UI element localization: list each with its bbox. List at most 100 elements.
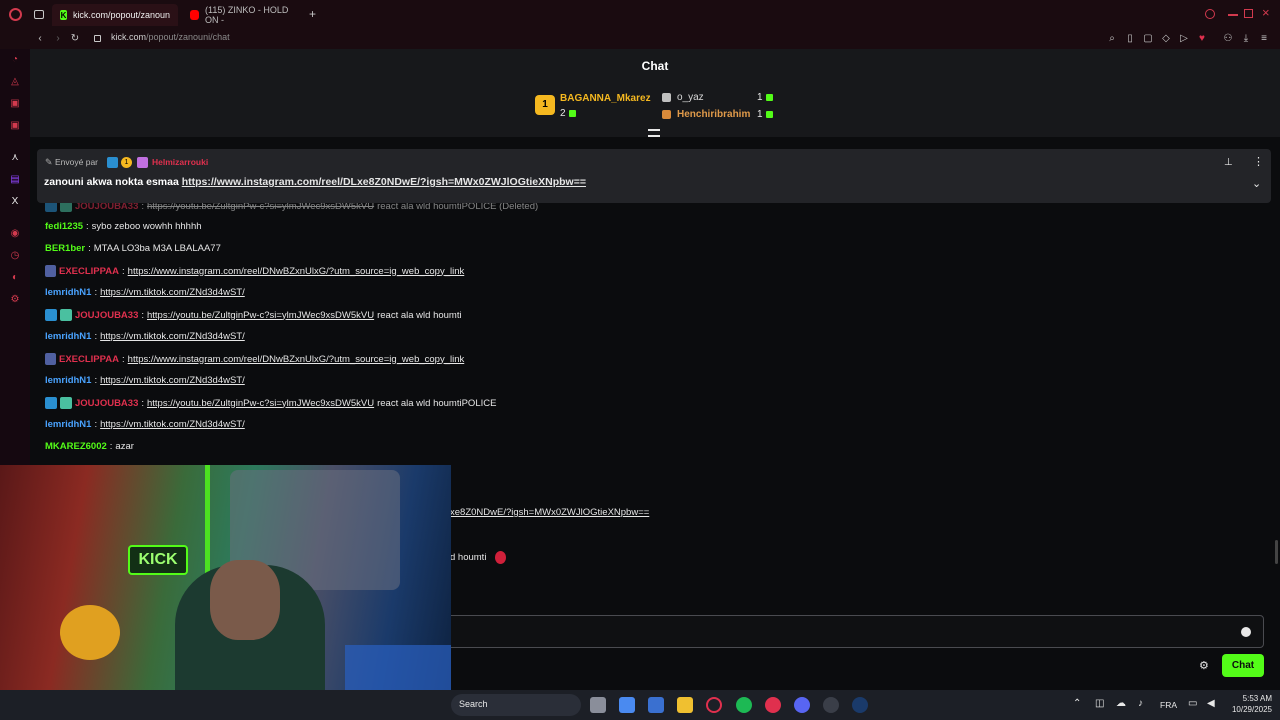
chat-username[interactable]: fedi1235: [45, 221, 83, 232]
chat-username[interactable]: EXECLIPPAA: [59, 354, 119, 365]
network-icon[interactable]: ◫: [1095, 698, 1104, 709]
chat-username[interactable]: MKAREZ6002: [45, 441, 107, 452]
display-icon[interactable]: ▭: [1188, 698, 1197, 709]
tab-kick-chat[interactable]: K kick.com/popout/zanoun: [52, 4, 178, 26]
chat-link[interactable]: https://youtu.be/ZultginPw-c?si=ylmJWec9…: [147, 398, 374, 409]
chat-link[interactable]: https://youtu.be/ZultginPw-c?si=ylmJWec9…: [147, 203, 374, 212]
app-icon[interactable]: ▣: [8, 119, 22, 133]
bookmark-icon[interactable]: ▯: [1124, 32, 1136, 45]
menu-icon[interactable]: ≡: [1258, 32, 1270, 45]
chat-message-input[interactable]: [440, 615, 1264, 648]
chat-header: Chat 1 BAGANNA_Mkarez 2 o_yaz 1 Henchiri…: [30, 49, 1280, 137]
chat-settings-icon[interactable]: ⚙: [1199, 659, 1209, 672]
chat-text: react ala wld houmtiPOLICE (Deleted): [377, 203, 539, 212]
snapshot-icon[interactable]: ▢: [1142, 32, 1154, 45]
messenger-icon[interactable]: ▣: [8, 97, 22, 111]
chat-username[interactable]: JOUJOUBA33: [75, 310, 138, 321]
extensions-icon[interactable]: ▷: [1178, 32, 1190, 45]
clock-time[interactable]: 5:53 AM: [1232, 694, 1272, 703]
leaderboard-user[interactable]: o_yaz: [677, 92, 704, 103]
url-field[interactable]: kick.com/popout/zanouni/chat: [111, 32, 230, 42]
store-icon[interactable]: [648, 697, 664, 713]
download-icon[interactable]: ⤓: [1240, 32, 1252, 45]
collapse-leaderboard-icon[interactable]: [648, 129, 660, 137]
chat-username[interactable]: lemridhN1: [45, 375, 91, 386]
kick-sidebar-icon[interactable]: ⋏: [8, 151, 22, 165]
x-icon[interactable]: X: [8, 195, 22, 209]
maximize-icon[interactable]: [1244, 9, 1253, 18]
gift-badge-icon: [137, 157, 148, 168]
aria-icon[interactable]: ◔: [8, 53, 22, 67]
onedrive-icon[interactable]: ☁: [1116, 698, 1126, 709]
back-icon[interactable]: ‹: [34, 32, 46, 45]
chat-link[interactable]: https://vm.tiktok.com/ZNd3d4wST/: [100, 331, 245, 342]
settings-icon[interactable]: ⚙: [8, 293, 22, 307]
unpin-icon[interactable]: ⊥: [1224, 157, 1233, 168]
chat-username[interactable]: lemridhN1: [45, 287, 91, 298]
send-chat-button[interactable]: Chat: [1222, 654, 1264, 677]
discord-icon[interactable]: [794, 697, 810, 713]
chat-message: fedi1235: sybo zeboo wowhh hhhhh: [45, 221, 202, 232]
chat-message: BER1ber: MTAA LO3ba M3A LBALAA77: [45, 243, 221, 254]
chat-username[interactable]: JOUJOUBA33: [75, 398, 138, 409]
close-icon[interactable]: ×: [1262, 5, 1270, 20]
chat-link[interactable]: https://www.instagram.com/reel/DNwBZxnUl…: [128, 266, 465, 277]
chat-username[interactable]: lemridhN1: [45, 331, 91, 342]
forward-icon[interactable]: ›: [52, 32, 64, 45]
spotify-icon[interactable]: [736, 697, 752, 713]
new-tab-button[interactable]: +: [309, 7, 316, 21]
copilot-icon[interactable]: [619, 697, 635, 713]
moderator-badge-icon: [45, 309, 57, 321]
expand-pinned-icon[interactable]: ⌄: [1252, 177, 1261, 190]
pinned-options-icon[interactable]: ⋮: [1253, 155, 1264, 168]
tab-youtube[interactable]: (115) ZINKO - HOLD ON -: [182, 4, 308, 26]
gift-icon: [765, 93, 773, 101]
leaderboard-user[interactable]: Henchiribrahim: [677, 109, 750, 120]
emote-picker-icon[interactable]: [1241, 627, 1251, 637]
chat-link[interactable]: https://vm.tiktok.com/ZNd3d4wST/: [100, 375, 245, 386]
account-icon[interactable]: ⚇: [1222, 32, 1234, 45]
chat-link[interactable]: https://vm.tiktok.com/ZNd3d4wST/: [100, 287, 245, 298]
obs-icon[interactable]: [823, 697, 839, 713]
vpn-icon[interactable]: ◇: [1160, 32, 1172, 45]
heart-icon[interactable]: ♥: [1196, 32, 1208, 45]
pinned-link[interactable]: https://www.instagram.com/reel/DLxe8Z0ND…: [182, 176, 586, 188]
twitch-icon[interactable]: ▤: [8, 173, 22, 187]
tab-list-icon[interactable]: [34, 10, 44, 19]
zoom-icon[interactable]: ⌕: [1106, 32, 1118, 45]
search-box[interactable]: Search: [451, 694, 581, 716]
workspaces-icon[interactable]: ◬: [8, 75, 22, 89]
minimize-icon[interactable]: [1228, 14, 1238, 16]
explorer-icon[interactable]: [677, 697, 693, 713]
url-path: /popout/zanouni/chat: [146, 32, 230, 42]
app-icon[interactable]: [765, 697, 781, 713]
leaderboard-user[interactable]: BAGANNA_Mkarez: [560, 93, 651, 104]
chat-link[interactable]: https://vm.tiktok.com/ZNd3d4wST/: [100, 419, 245, 430]
chat-link[interactable]: xe8Z0NDwE/?igsh=MWx0ZWJlOGtieXNpbw==: [450, 507, 649, 518]
volume-icon[interactable]: ◀: [1207, 698, 1215, 709]
task-view-icon[interactable]: [590, 697, 606, 713]
history-icon[interactable]: ◷: [8, 249, 22, 263]
gift-icon: [765, 110, 773, 118]
search-tabs-icon[interactable]: [1205, 9, 1215, 19]
mic-icon[interactable]: ♪: [1138, 698, 1143, 709]
moderator-badge-icon: [45, 397, 57, 409]
opera-taskbar-icon[interactable]: [706, 697, 722, 713]
pinboard-icon[interactable]: ◐: [8, 271, 22, 285]
chat-username[interactable]: lemridhN1: [45, 419, 91, 430]
chat-username[interactable]: BER1ber: [45, 243, 85, 254]
player-icon[interactable]: ◉: [8, 227, 22, 241]
tray-chevron-icon[interactable]: ⌃: [1073, 698, 1081, 709]
chat-link[interactable]: https://www.instagram.com/reel/DNwBZxnUl…: [128, 354, 465, 365]
chat-link[interactable]: https://youtu.be/ZultginPw-c?si=ylmJWec9…: [147, 310, 374, 321]
reload-icon[interactable]: ↻: [69, 32, 81, 45]
clock-date[interactable]: 10/29/2025: [1222, 705, 1272, 714]
steam-icon[interactable]: [852, 697, 868, 713]
moderator-badge-icon: [107, 157, 118, 168]
chat-username[interactable]: EXECLIPPAA: [59, 266, 119, 277]
opera-logo-icon[interactable]: [9, 8, 22, 21]
pinned-sender[interactable]: Helmizarrouki: [152, 157, 208, 167]
chat-scrollbar[interactable]: [1275, 540, 1278, 564]
language-indicator[interactable]: FRA: [1160, 700, 1177, 710]
chat-username[interactable]: JOUJOUBA33: [75, 203, 138, 212]
